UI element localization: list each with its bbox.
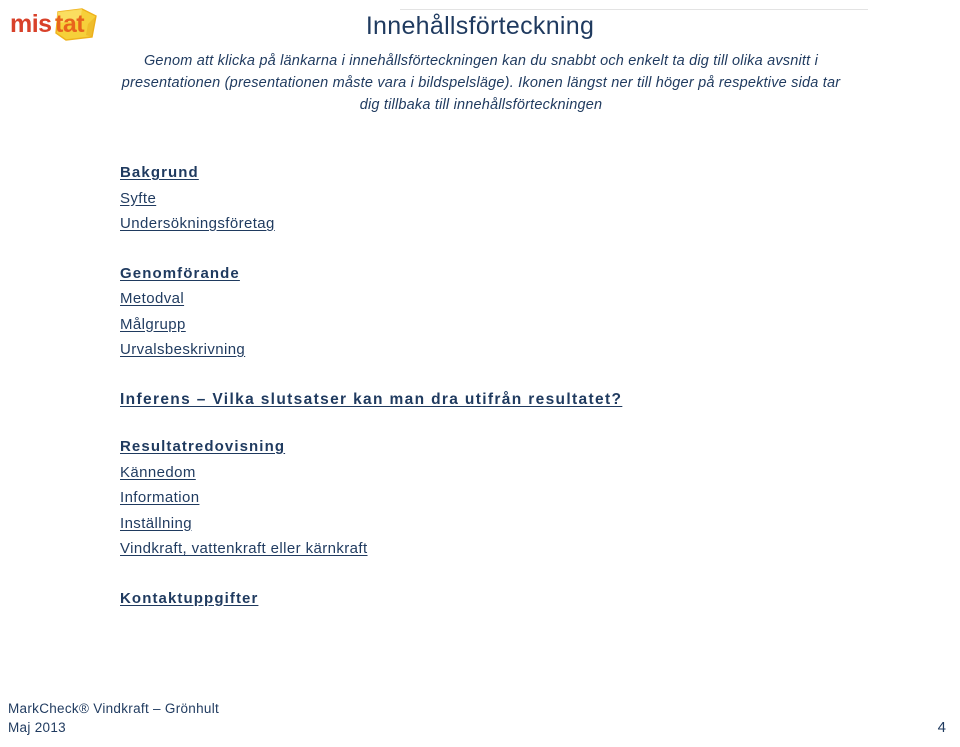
toc-group-kontaktuppgifter: Kontaktuppgifter: [120, 586, 860, 612]
toc-link-undersokningsforetag[interactable]: Undersökningsföretag: [120, 211, 275, 237]
toc-link-metodval[interactable]: Metodval: [120, 286, 184, 312]
page-number: 4: [937, 719, 946, 736]
footer-line-study: MarkCheck® Vindkraft – Grönhult: [8, 701, 220, 716]
toc-link-malgrupp[interactable]: Målgrupp: [120, 312, 186, 338]
toc-link-resultatredovisning[interactable]: Resultatredovisning: [120, 434, 285, 460]
toc-group-inferens: Inferens – Vilka slutsatser kan man dra …: [120, 387, 860, 413]
toc-link-bakgrund[interactable]: Bakgrund: [120, 160, 199, 186]
toc-group-resultatredovisning: Resultatredovisning Kännedom Information…: [120, 434, 860, 562]
footer-line-date: Maj 2013: [8, 720, 66, 735]
toc-link-kannedom[interactable]: Kännedom: [120, 460, 196, 486]
page-title: Innehållsförteckning: [365, 12, 595, 40]
toc-link-inferens[interactable]: Inferens – Vilka slutsatser kan man dra …: [120, 387, 622, 413]
header-divider: [400, 9, 868, 10]
toc-link-urvalsbeskrivning[interactable]: Urvalsbeskrivning: [120, 337, 245, 363]
toc-link-installning[interactable]: Inställning: [120, 511, 192, 537]
toc-link-kontaktuppgifter[interactable]: Kontaktuppgifter: [120, 586, 258, 612]
toc-group-genomforande: Genomförande Metodval Målgrupp Urvalsbes…: [120, 261, 860, 363]
toc-link-syfte[interactable]: Syfte: [120, 186, 156, 212]
intro-paragraph: Genom att klicka på länkarna i innehålls…: [121, 53, 841, 113]
table-of-contents: Bakgrund Syfte Undersökningsföretag Geno…: [120, 160, 860, 635]
toc-link-information[interactable]: Information: [120, 485, 199, 511]
toc-group-bakgrund: Bakgrund Syfte Undersökningsföretag: [120, 160, 860, 237]
footer: MarkCheck® Vindkraft – Grönhult Maj 2013: [8, 699, 219, 737]
toc-link-genomforande[interactable]: Genomförande: [120, 261, 240, 287]
toc-link-vindkraft-vattenkraft-karnkraft[interactable]: Vindkraft, vattenkraft eller kärnkraft: [120, 536, 368, 562]
